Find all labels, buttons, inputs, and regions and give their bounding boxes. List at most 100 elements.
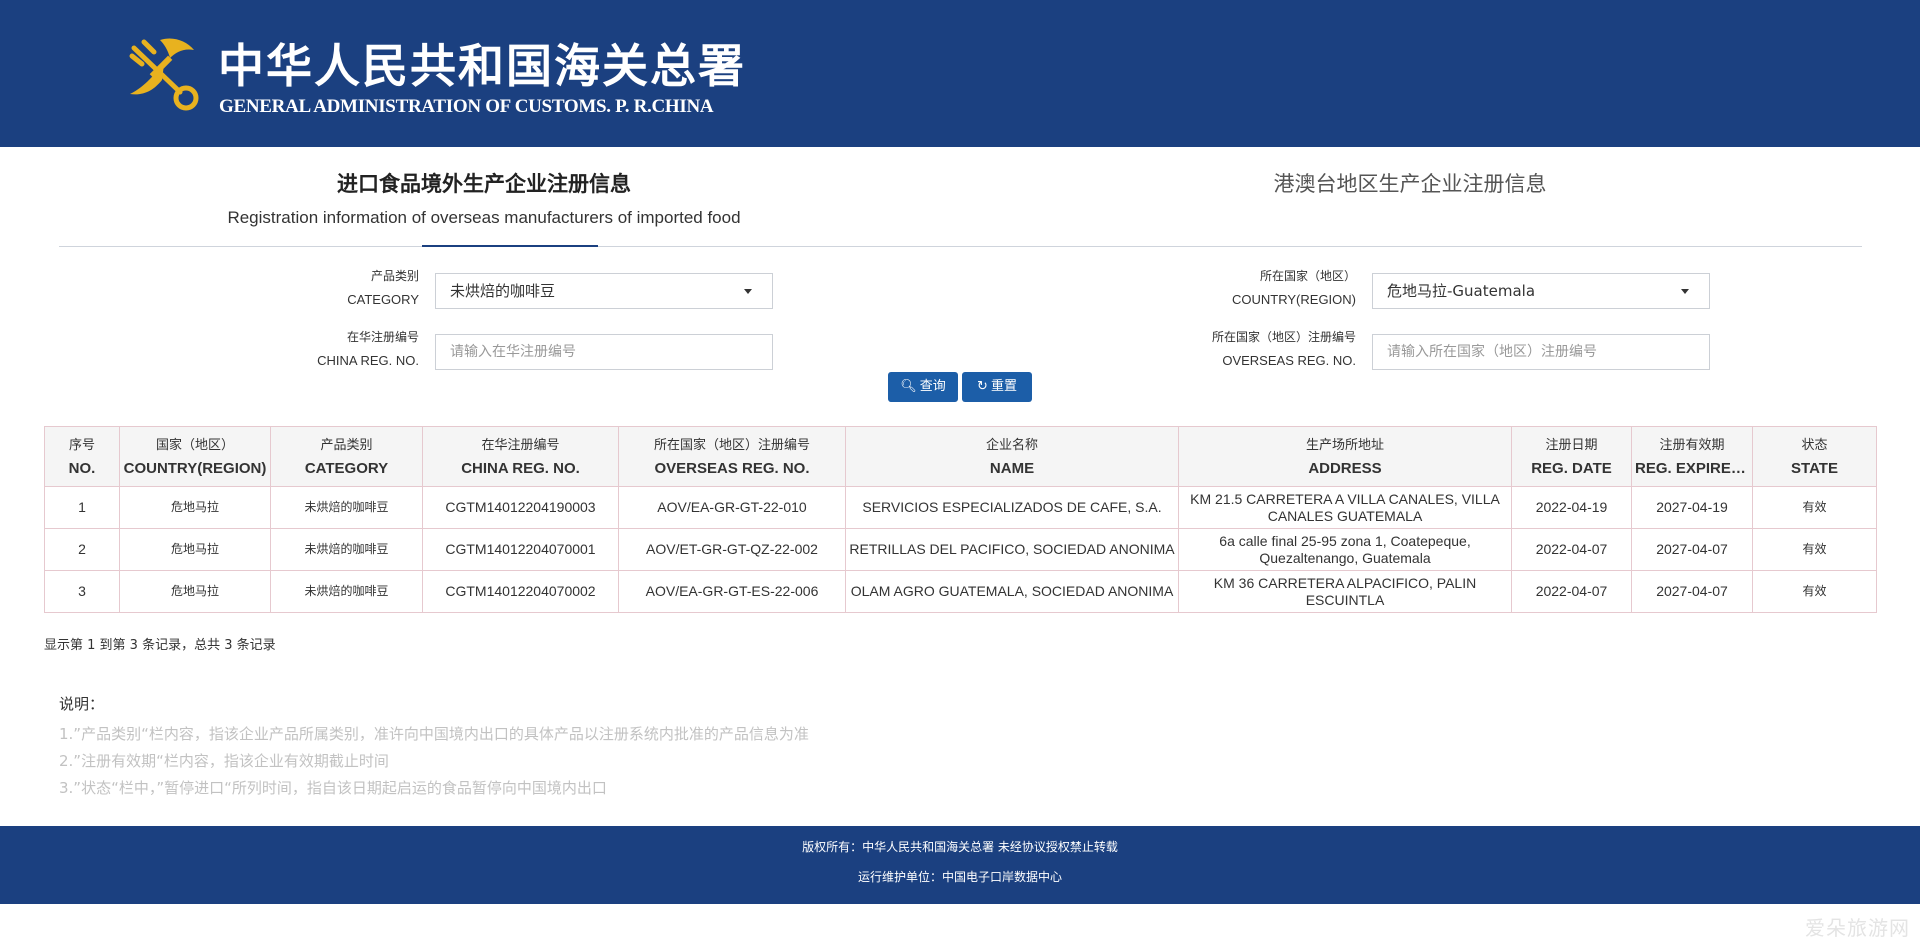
column-header-cn: 企业名称 bbox=[985, 437, 1038, 453]
china-reg-label-cn: 在华注册编号 bbox=[346, 330, 419, 344]
column-header[interactable]: 生产场所地址 ADDRESS bbox=[1178, 426, 1512, 487]
table-cell: AOV/EA-GR-GT-22-010 bbox=[618, 486, 846, 529]
chevron-down-icon bbox=[744, 289, 752, 294]
table-cell: 2022-04-07 bbox=[1511, 528, 1632, 571]
table-cell: 危地马拉 bbox=[119, 486, 271, 529]
table-cell: CGTM14012204190003 bbox=[422, 486, 619, 529]
column-header[interactable]: 产品类别 CATEGORY bbox=[270, 426, 423, 487]
footer-copyright: 版权所有：中华人民共和国海关总署 未经协议授权禁止转载 bbox=[802, 840, 1118, 854]
column-header-cn: 注册有效期 bbox=[1659, 437, 1725, 453]
refresh-icon: ↻ bbox=[977, 379, 988, 394]
tab-label-cn: 进口食品境外生产企业注册信息 bbox=[337, 171, 631, 196]
notes-title: 说明： bbox=[59, 695, 105, 713]
search-button-label: 查询 bbox=[919, 379, 946, 394]
table-cell: 未烘焙的咖啡豆 bbox=[270, 486, 423, 529]
column-header-en: NO. bbox=[68, 459, 96, 477]
overseas-reg-label: 所在国家（地区）注册编号 OVERSEAS REG. NO. bbox=[1140, 325, 1356, 373]
table-row[interactable]: 3 危地马拉 未烘焙的咖啡豆 CGTM14012204070002 AOV/EA-GR-… bbox=[44, 570, 1877, 613]
table-cell: 2 bbox=[44, 528, 120, 571]
notes-section: 说明： 1.”产品类别“栏内容，指该企业产品所属类别，准许向中国境内出口的具体产… bbox=[59, 693, 809, 802]
column-header-cn: 所在国家（地区）注册编号 bbox=[653, 437, 810, 453]
table-cell: CGTM14012204070002 bbox=[422, 570, 619, 613]
column-header[interactable]: 国家（地区） COUNTRY(REGION) bbox=[119, 426, 271, 487]
column-header-en: NAME bbox=[989, 459, 1035, 477]
table-cell: 2027-04-07 bbox=[1631, 528, 1753, 571]
results-table: 序号 NO. 国家（地区） COUNTRY(REGION) 产品类别 CATEGORY 在华… bbox=[44, 426, 1877, 613]
table-cell: AOV/ET-GR-GT-QZ-22-002 bbox=[618, 528, 846, 571]
column-header-cn: 序号 bbox=[68, 437, 95, 453]
note-item: 2.”注册有效期“栏内容，指该企业有效期截止时间 bbox=[59, 752, 389, 770]
column-header-cn: 在华注册编号 bbox=[481, 437, 560, 453]
column-header-en: ADDRESS bbox=[1308, 459, 1382, 477]
country-label: 所在国家（地区） COUNTRY(REGION) bbox=[1140, 264, 1356, 312]
table-cell: 1 bbox=[44, 486, 120, 529]
column-header-en: STATE bbox=[1791, 459, 1838, 477]
table-row[interactable]: 2 危地马拉 未烘焙的咖啡豆 CGTM14012204070001 AOV/ET-GR-… bbox=[44, 528, 1877, 571]
tab-divider bbox=[59, 246, 1862, 247]
note-item: 3.”状态“栏中，”暂停进口“所列时间，指自该日期起启运的食品暂停向中国境内出口 bbox=[59, 779, 607, 797]
china-reg-input[interactable]: 请输入在华注册编号 bbox=[435, 334, 773, 370]
table-cell: SERVICIOS ESPECIALIZADOS DE CAFE, S.A. bbox=[845, 486, 1179, 529]
table-cell: KM 21.5 CARRETERA A VILLA CANALES, VILLA… bbox=[1178, 486, 1512, 529]
category-select[interactable]: 未烘焙的咖啡豆 bbox=[435, 273, 773, 309]
tab-overseas-manufacturers[interactable]: 进口食品境外生产企业注册信息 Registration information … bbox=[208, 168, 760, 228]
china-reg-label-en: CHINA REG. NO. bbox=[317, 353, 419, 368]
tab-label-en: Registration information of overseas man… bbox=[227, 208, 741, 227]
table-cell: AOV/EA-GR-GT-ES-22-006 bbox=[618, 570, 846, 613]
table-cell: 2027-04-07 bbox=[1631, 570, 1753, 613]
table-cell: OLAM AGRO GUATEMALA, SOCIEDAD ANONIMA bbox=[845, 570, 1179, 613]
footer-maintainer: 运行维护单位：中国电子口岸数据中心 bbox=[857, 870, 1062, 884]
table-cell: 3 bbox=[44, 570, 120, 613]
table-cell: KM 36 CARRETERA ALPACIFICO, PALIN ESCUIN… bbox=[1178, 570, 1512, 613]
table-cell: 有效 bbox=[1752, 570, 1877, 613]
china-reg-label: 在华注册编号 CHINA REG. NO. bbox=[255, 325, 419, 373]
table-cell: 危地马拉 bbox=[119, 528, 271, 571]
column-header[interactable]: 所在国家（地区）注册编号 OVERSEAS REG. NO. bbox=[618, 426, 846, 487]
column-header-en: OVERSEAS REG. NO. bbox=[654, 459, 810, 477]
overseas-reg-label-cn: 所在国家（地区）注册编号 bbox=[1211, 330, 1356, 344]
column-header-cn: 生产场所地址 bbox=[1305, 437, 1384, 453]
site-footer: 版权所有：中华人民共和国海关总署 未经协议授权禁止转载 运行维护单位：中国电子口… bbox=[0, 826, 1920, 904]
table-cell: 2022-04-07 bbox=[1511, 570, 1632, 613]
category-label-cn: 产品类别 bbox=[370, 269, 419, 283]
table-cell: 2022-04-19 bbox=[1511, 486, 1632, 529]
country-select-value: 危地马拉-Guatemala bbox=[1387, 282, 1536, 300]
category-label: 产品类别 CATEGORY bbox=[255, 264, 419, 312]
category-select-value: 未烘焙的咖啡豆 bbox=[450, 282, 556, 300]
column-header[interactable]: 在华注册编号 CHINA REG. NO. bbox=[422, 426, 619, 487]
watermark-text: 爱朵旅游网 bbox=[1805, 916, 1910, 940]
column-header-en: COUNTRY(REGION) bbox=[123, 459, 267, 477]
table-cell: 有效 bbox=[1752, 528, 1877, 571]
column-header[interactable]: 企业名称 NAME bbox=[845, 426, 1179, 487]
note-item: 1.”产品类别“栏内容，指该企业产品所属类别，准许向中国境内出口的具体产品以注册… bbox=[59, 725, 809, 743]
column-header-en: CATEGORY bbox=[304, 459, 389, 477]
tab-hk-macao-taiwan[interactable]: 港澳台地区生产企业注册信息 bbox=[1210, 168, 1610, 198]
column-header[interactable]: 序号 NO. bbox=[44, 426, 120, 487]
table-cell: CGTM14012204070001 bbox=[422, 528, 619, 571]
chevron-down-icon bbox=[1681, 289, 1689, 294]
column-header-en: REG. DATE bbox=[1531, 459, 1612, 477]
table-cell: 有效 bbox=[1752, 486, 1877, 529]
site-header: 中华人民共和国海关总署 GENERAL ADMINISTRATION OF CU… bbox=[0, 0, 1920, 147]
country-label-en: COUNTRY(REGION) bbox=[1232, 292, 1356, 307]
table-cell: RETRILLAS DEL PACIFICO, SOCIEDAD ANONIMA bbox=[845, 528, 1179, 571]
pagination-summary: 显示第 1 到第 3 条记录，总共 3 条记录 bbox=[44, 638, 276, 653]
reset-button-label: 重置 bbox=[990, 379, 1017, 394]
table-cell: 2027-04-19 bbox=[1631, 486, 1753, 529]
search-button[interactable]: 🔍︎ 查询 bbox=[888, 372, 958, 402]
country-label-cn: 所在国家（地区） bbox=[1259, 269, 1356, 283]
country-select[interactable]: 危地马拉-Guatemala bbox=[1372, 273, 1710, 309]
column-header[interactable]: 注册有效期 REG. EXPIRE D... bbox=[1631, 426, 1753, 487]
column-header[interactable]: 状态 STATE bbox=[1752, 426, 1877, 487]
table-header-row: 序号 NO. 国家（地区） COUNTRY(REGION) 产品类别 CATEGORY 在华… bbox=[44, 426, 1877, 487]
column-header[interactable]: 注册日期 REG. DATE bbox=[1511, 426, 1632, 487]
table-row[interactable]: 1 危地马拉 未烘焙的咖啡豆 CGTM14012204190003 AOV/EA-GR-… bbox=[44, 486, 1877, 529]
tab-active-indicator bbox=[422, 245, 598, 247]
overseas-reg-input[interactable]: 请输入所在国家（地区）注册编号 bbox=[1372, 334, 1710, 370]
overseas-reg-label-en: OVERSEAS REG. NO. bbox=[1222, 353, 1356, 368]
search-icon: 🔍︎ bbox=[900, 379, 917, 394]
reset-button[interactable]: ↻ 重置 bbox=[962, 372, 1032, 402]
column-header-cn: 状态 bbox=[1801, 437, 1828, 453]
site-title-en: GENERAL ADMINISTRATION OF CUSTOMS. P. R.… bbox=[219, 96, 714, 117]
column-header-cn: 国家（地区） bbox=[155, 437, 234, 453]
